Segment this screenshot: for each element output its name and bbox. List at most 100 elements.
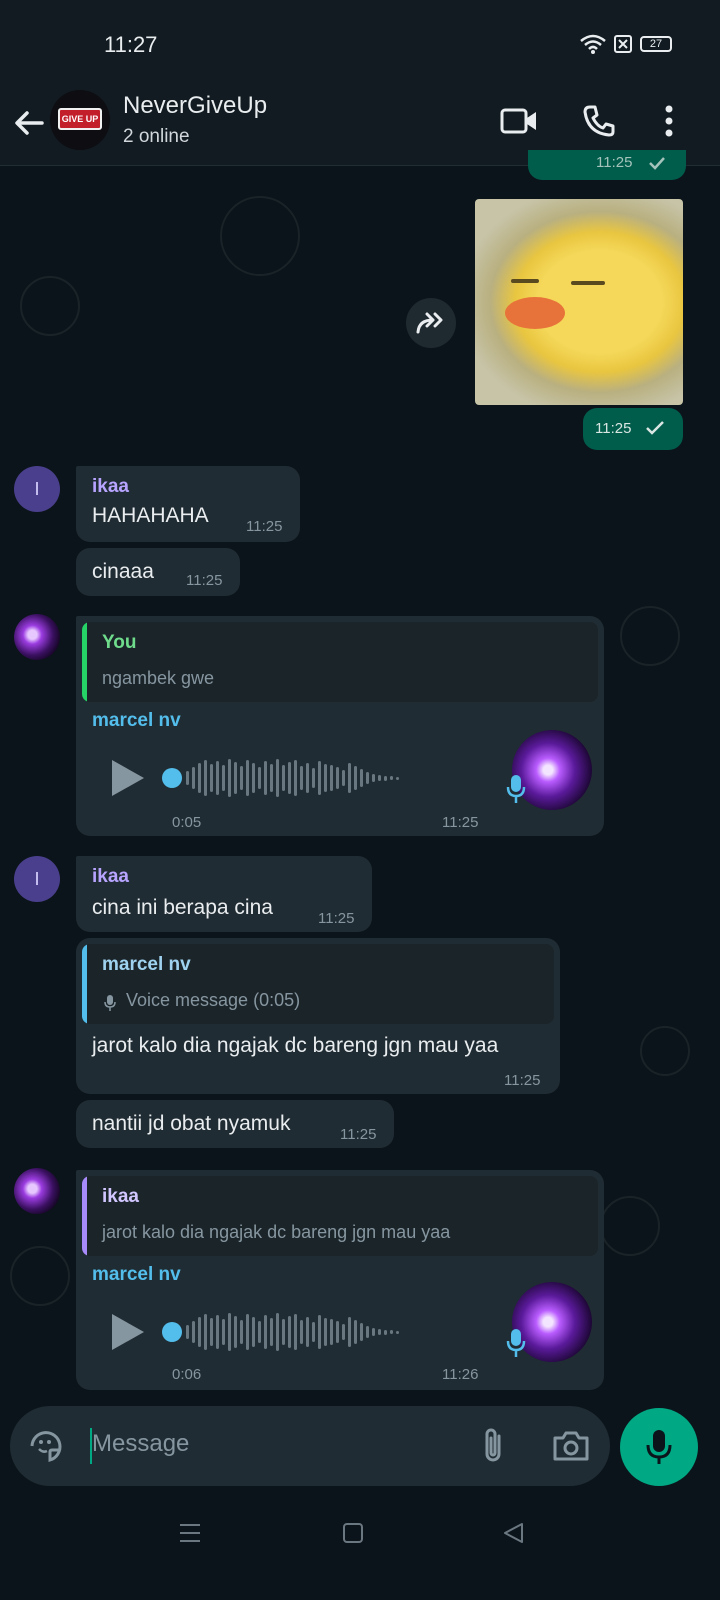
avatar-ikaa[interactable]: I: [14, 466, 60, 512]
read-receipt-icon: [646, 421, 664, 435]
waveform-bar: [270, 1318, 273, 1346]
waveform-bar: [396, 1330, 399, 1334]
voice-message-bubble[interactable]: You ngambek gwe marcel nv 0:05 11:25: [76, 616, 604, 836]
waveform-bar: [312, 1322, 315, 1342]
waveform-bar: [198, 1317, 201, 1347]
quoted-message[interactable]: marcel nv Voice message (0:05): [82, 944, 554, 1024]
status-bar: 11:27 27: [0, 0, 720, 84]
chat-title[interactable]: NeverGiveUp: [123, 92, 267, 120]
avatar-marcel[interactable]: [14, 1168, 60, 1214]
voice-waveform[interactable]: [186, 1312, 399, 1352]
voice-waveform[interactable]: [186, 758, 399, 798]
message-text: nantii jd obat nyamuk: [92, 1112, 291, 1135]
waveform-bar: [330, 765, 333, 791]
sender-name[interactable]: marcel nv: [92, 1264, 181, 1286]
quoted-message[interactable]: ikaa jarot kalo dia ngajak dc bareng jgn…: [82, 1176, 598, 1256]
quoted-message[interactable]: You ngambek gwe: [82, 622, 598, 702]
waveform-bar: [276, 1313, 279, 1351]
waveform-bar: [246, 1314, 249, 1350]
message-time: 11:25: [595, 420, 632, 437]
playback-position-dot[interactable]: [162, 1322, 182, 1342]
back-button[interactable]: [12, 102, 52, 142]
avatar-marcel[interactable]: [14, 614, 60, 660]
waveform-bar: [318, 761, 321, 795]
waveform-bar: [318, 1315, 321, 1349]
playback-position-dot[interactable]: [162, 768, 182, 788]
sender-name[interactable]: marcel nv: [92, 710, 181, 732]
waveform-bar: [258, 767, 261, 789]
home-nav-icon[interactable]: [342, 1522, 364, 1544]
back-nav-icon[interactable]: [502, 1522, 524, 1544]
sticker-emoji-icon[interactable]: [28, 1428, 64, 1464]
waveform-bar: [204, 760, 207, 796]
group-avatar[interactable]: GIVE UP: [50, 90, 110, 150]
waveform-bar: [330, 1319, 333, 1345]
waveform-bar: [192, 767, 195, 789]
wifi-icon: [580, 34, 606, 54]
wallpaper-doodle: [640, 1026, 690, 1076]
microphone-icon: [506, 775, 526, 803]
waveform-bar: [234, 1316, 237, 1348]
reply-message-bubble[interactable]: marcel nv Voice message (0:05) jarot kal…: [76, 938, 560, 1094]
quote-bar: [82, 622, 87, 702]
waveform-bar: [306, 763, 309, 793]
waveform-bar: [354, 1320, 357, 1344]
sender-name[interactable]: ikaa: [92, 866, 129, 888]
waveform-bar: [360, 1323, 363, 1341]
quoted-sender: ikaa: [102, 1186, 139, 1207]
incoming-message-bubble[interactable]: ikaa cina ini berapa cina 11:25: [76, 856, 372, 932]
message-input[interactable]: Message: [92, 1430, 189, 1458]
waveform-bar: [288, 762, 291, 794]
waveform-bar: [252, 763, 255, 793]
play-button[interactable]: [112, 1314, 144, 1350]
wallpaper-doodle: [220, 196, 300, 276]
incoming-message-bubble[interactable]: ikaa HAHAHAHA 11:25: [76, 466, 300, 542]
waveform-bar: [216, 761, 219, 795]
incoming-message-bubble[interactable]: nantii jd obat nyamuk 11:25: [76, 1100, 394, 1148]
waveform-bar: [216, 1315, 219, 1349]
quoted-text: ngambek gwe: [102, 668, 215, 688]
group-logo-text: GIVE UP: [58, 108, 102, 130]
waveform-bar: [354, 766, 357, 790]
message-text: HAHAHAHA: [92, 504, 209, 527]
microphone-icon: [646, 1430, 672, 1464]
waveform-bar: [360, 769, 363, 787]
incoming-message-bubble[interactable]: cinaaa 11:25: [76, 548, 240, 596]
video-call-button[interactable]: [496, 98, 542, 144]
waveform-bar: [282, 765, 285, 791]
waveform-bar: [282, 1319, 285, 1345]
record-voice-button[interactable]: [620, 1408, 698, 1486]
message-composer: Message: [10, 1406, 610, 1486]
duck-sticker-image[interactable]: [475, 199, 683, 405]
outgoing-message-bubble[interactable]: 11:25: [528, 150, 686, 180]
message-time: 11:25: [318, 910, 355, 927]
sticker-detail: [505, 297, 565, 329]
forward-arrow-icon: [416, 312, 443, 334]
waveform-bar: [378, 775, 381, 781]
quote-bar: [82, 944, 87, 1024]
waveform-bar: [186, 1325, 189, 1339]
paperclip-icon[interactable]: [480, 1426, 506, 1466]
waveform-bar: [240, 1320, 243, 1344]
message-time: 11:25: [596, 154, 633, 171]
avatar-ikaa[interactable]: I: [14, 856, 60, 902]
waveform-bar: [294, 760, 297, 796]
waveform-bar: [384, 775, 387, 781]
waveform-bar: [210, 764, 213, 792]
message-time: 11:25: [442, 814, 479, 831]
sender-name[interactable]: ikaa: [92, 476, 129, 498]
play-button[interactable]: [112, 760, 144, 796]
more-options-button[interactable]: [646, 98, 692, 144]
waveform-bar: [234, 762, 237, 794]
voice-call-button[interactable]: [576, 98, 622, 144]
forward-button[interactable]: [406, 298, 456, 348]
menu-nav-icon[interactable]: [178, 1522, 202, 1544]
microphone-icon: [506, 1329, 526, 1357]
voice-message-bubble[interactable]: ikaa jarot kalo dia ngajak dc bareng jgn…: [76, 1170, 604, 1390]
waveform-bar: [378, 1329, 381, 1335]
camera-icon[interactable]: [552, 1430, 590, 1462]
sim-off-icon: [614, 35, 632, 53]
status-icons: 27: [580, 34, 672, 54]
waveform-bar: [240, 766, 243, 790]
waveform-bar: [198, 763, 201, 793]
